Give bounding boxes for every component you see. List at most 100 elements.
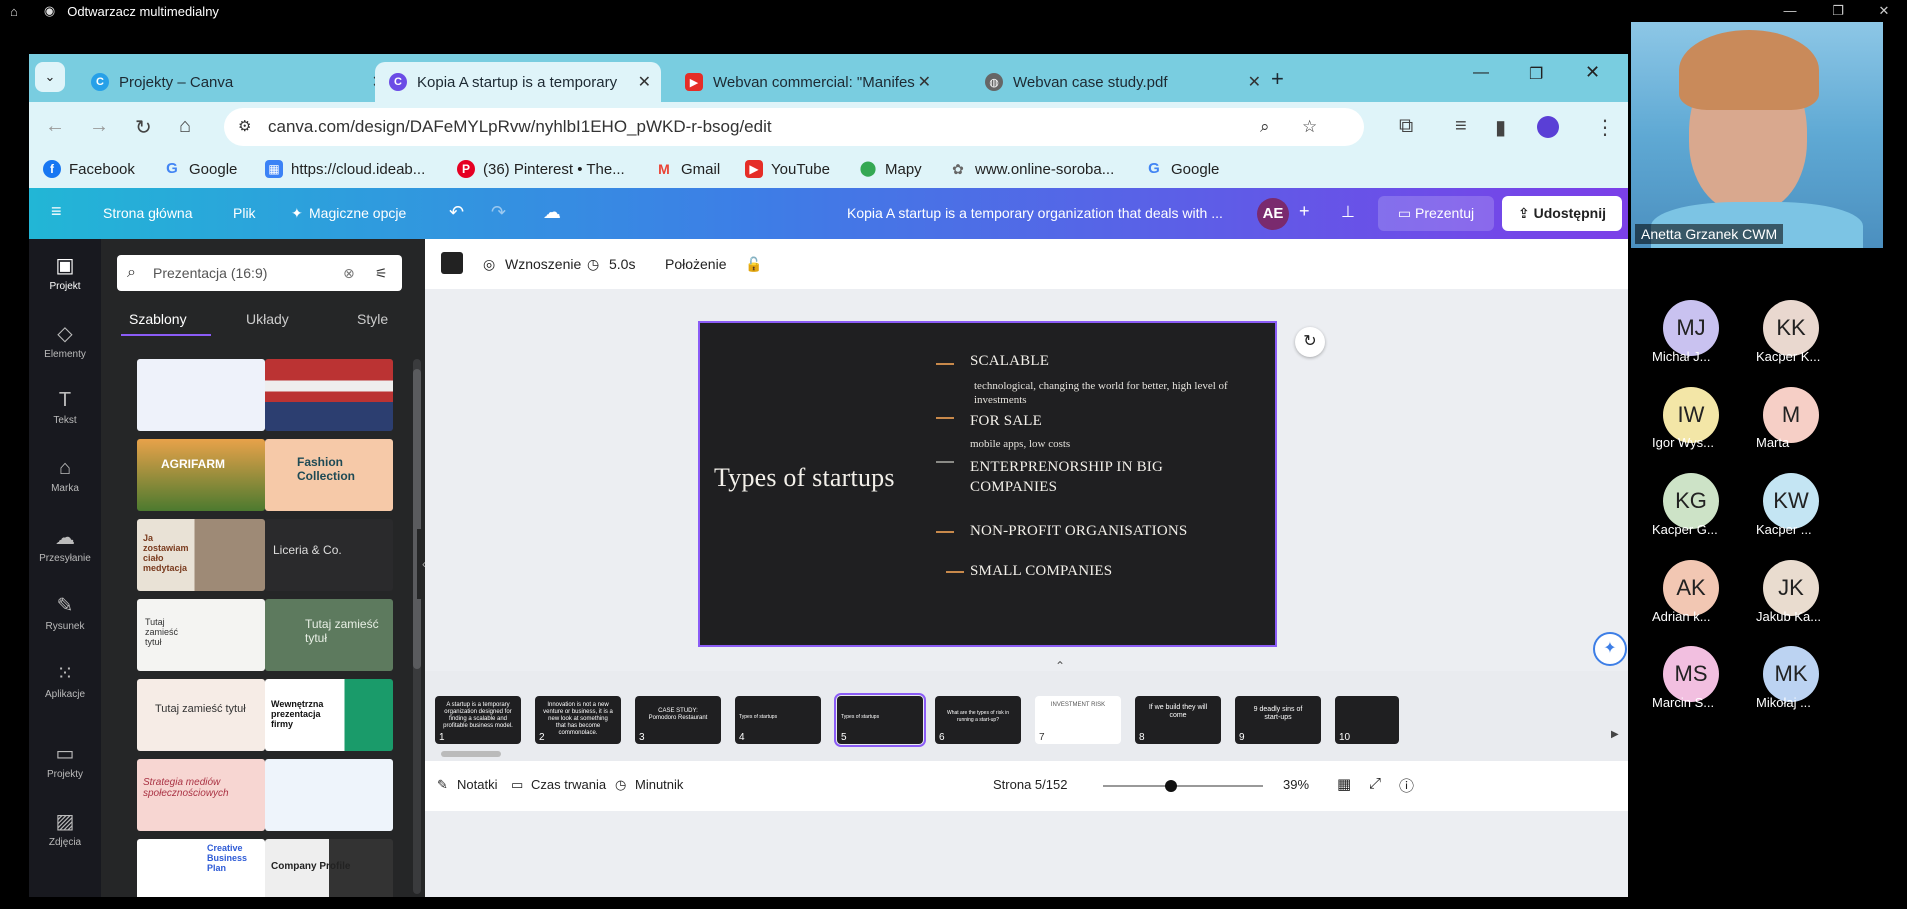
- filter-icon[interactable]: ⚟: [375, 255, 388, 291]
- lock-icon[interactable]: 🔓: [745, 256, 762, 273]
- participant-avatar[interactable]: KK: [1763, 300, 1819, 356]
- undo-icon[interactable]: ↶: [449, 202, 464, 223]
- slide-thumbnail[interactable]: What are the types of risk in running a …: [935, 696, 1021, 744]
- slide-item-sub[interactable]: mobile apps, low costs: [970, 437, 1070, 451]
- participant-avatar[interactable]: MK: [1763, 646, 1819, 702]
- template-thumb[interactable]: Ja zostawiam ciało medytacja: [137, 519, 265, 591]
- profile-icon[interactable]: [1537, 116, 1559, 138]
- template-thumb[interactable]: AGRIFARM: [137, 439, 265, 511]
- participant-avatar[interactable]: KG: [1663, 473, 1719, 529]
- back-icon[interactable]: ←: [45, 115, 65, 138]
- bookmark-google[interactable]: G Google: [163, 160, 237, 178]
- page-indicator[interactable]: Strona 5/152: [993, 777, 1067, 792]
- template-thumb[interactable]: Tutaj zamieść tytuł: [137, 679, 265, 751]
- slide-thumbnail[interactable]: Types of startups 4: [735, 696, 821, 744]
- template-thumb[interactable]: Wewnętrzna prezentacja firmy: [265, 679, 393, 751]
- add-collaborator-icon[interactable]: +: [1299, 201, 1310, 222]
- template-thumb[interactable]: Strategia mediów społecznościowych: [137, 759, 265, 831]
- forward-icon[interactable]: →: [89, 115, 109, 138]
- rail-projects[interactable]: ▭ Projekty: [29, 741, 101, 780]
- template-thumb[interactable]: Creative Business Plan: [137, 839, 265, 897]
- magic-assistant-icon[interactable]: ✦: [1593, 632, 1627, 666]
- home-icon[interactable]: ⌂: [10, 4, 18, 19]
- bookmark-facebook[interactable]: f Facebook: [43, 160, 135, 178]
- tab-search-button[interactable]: ⌄: [35, 62, 65, 92]
- tab-webvan-case-study[interactable]: ◍ Webvan case study.pdf ✕: [971, 62, 1271, 102]
- participant-avatar[interactable]: MS: [1663, 646, 1719, 702]
- slide-item-heading[interactable]: SCALABLE: [970, 353, 1049, 370]
- bookmark-youtube[interactable]: ▶ YouTube: [745, 160, 830, 178]
- slide-thumbnail[interactable]: 9 deadly sins of start-ups 9: [1235, 696, 1321, 744]
- media-control-icon[interactable]: ≡: [1455, 115, 1467, 138]
- participant-avatar[interactable]: JK: [1763, 560, 1819, 616]
- slide-canvas[interactable]: Types of startups SCALABLE technological…: [698, 321, 1277, 647]
- home-page-icon[interactable]: ⌂: [179, 115, 191, 138]
- slide-item-heading[interactable]: SMALL COMPANIES: [970, 563, 1112, 580]
- duration-button[interactable]: 5.0s: [609, 256, 635, 272]
- strip-scrollbar[interactable]: [441, 751, 501, 757]
- rail-design[interactable]: ▣ Projekt: [29, 253, 101, 292]
- tab-layouts[interactable]: Układy: [246, 311, 289, 327]
- zoom-slider-knob[interactable]: [1165, 780, 1177, 792]
- animation-button[interactable]: Wznoszenie: [505, 256, 581, 272]
- cloud-save-icon[interactable]: ☁: [543, 202, 561, 223]
- template-thumb[interactable]: [265, 359, 393, 431]
- minimize-browser-button[interactable]: —: [1473, 64, 1489, 82]
- menu-home[interactable]: Strona główna: [103, 205, 193, 221]
- canva-menu-icon[interactable]: ≡: [51, 201, 62, 222]
- bookmark-mapy[interactable]: ⬤ Mapy: [859, 160, 922, 178]
- bookmark-online-soroban[interactable]: ✿ www.online-soroba...: [949, 160, 1114, 178]
- rail-photos[interactable]: ▨ Zdjęcia: [29, 809, 101, 848]
- template-thumb[interactable]: Tutaj zamieść tytuł: [137, 599, 265, 671]
- template-thumb[interactable]: [137, 359, 265, 431]
- template-thumb[interactable]: Company Profile: [265, 839, 393, 897]
- zoom-icon[interactable]: ⌕: [1260, 108, 1270, 146]
- zoom-level[interactable]: 39%: [1283, 777, 1309, 792]
- close-browser-button[interactable]: ✕: [1585, 62, 1600, 83]
- close-tab-icon[interactable]: ✕: [918, 72, 931, 92]
- analytics-icon[interactable]: ⊥: [1341, 202, 1355, 222]
- rail-elements[interactable]: ◇ Elementy: [29, 321, 101, 360]
- side-panel-icon[interactable]: ▮: [1495, 115, 1506, 140]
- close-tab-icon[interactable]: ✕: [1248, 72, 1261, 92]
- bookmark-google-2[interactable]: G Google: [1145, 160, 1219, 178]
- maximize-window-button[interactable]: ❐: [1818, 0, 1858, 22]
- minimize-window-button[interactable]: —: [1770, 0, 1810, 22]
- bookmark-cloud-ideab[interactable]: ▦ https://cloud.ideab...: [265, 160, 425, 178]
- tab-projekty[interactable]: CProjekty – Canva✕: [77, 62, 395, 102]
- rail-brand[interactable]: ⌂ Marka: [29, 457, 101, 494]
- template-thumb[interactable]: Tutaj zamieść tytuł: [265, 599, 393, 671]
- rotate-handle-icon[interactable]: ↻: [1295, 327, 1325, 357]
- menu-magic-options[interactable]: Magiczne opcje: [309, 205, 406, 221]
- bookmark-star-icon[interactable]: ☆: [1302, 108, 1317, 146]
- slide-thumbnail[interactable]: 10: [1335, 696, 1399, 744]
- help-icon[interactable]: ⓘ: [1399, 775, 1414, 796]
- bookmark-gmail[interactable]: M Gmail: [655, 160, 720, 178]
- tab-styles[interactable]: Style: [357, 311, 388, 327]
- fullscreen-icon[interactable]: ⤢: [1369, 775, 1381, 792]
- close-window-button[interactable]: ✕: [1864, 0, 1904, 22]
- slide-thumbnail[interactable]: INVESTMENT RISK 7: [1035, 696, 1121, 744]
- template-thumb[interactable]: [265, 759, 393, 831]
- slide-thumbnail[interactable]: CASE STUDY: Pomodoro Restaurant 3: [635, 696, 721, 744]
- tab-canva-design[interactable]: C Kopia A startup is a temporary ✕: [375, 62, 661, 102]
- site-settings-icon[interactable]: ⚙: [238, 108, 251, 146]
- zoom-slider[interactable]: [1103, 780, 1263, 792]
- slide-item-heading[interactable]: ENTERPRENORSHIP IN BIG COMPANIES: [970, 457, 1210, 497]
- slide-thumbnail[interactable]: If we build they will come 8: [1135, 696, 1221, 744]
- participant-avatar[interactable]: AK: [1663, 560, 1719, 616]
- menu-file[interactable]: Plik: [233, 205, 256, 221]
- vertical-scrollbar[interactable]: [1613, 294, 1621, 644]
- slide-item-heading[interactable]: NON-PROFIT ORGANISATIONS: [970, 523, 1187, 540]
- clear-search-icon[interactable]: ⊗: [343, 255, 355, 291]
- reload-icon[interactable]: ↻: [135, 115, 152, 140]
- share-button[interactable]: ⇪ Udostępnij: [1502, 196, 1622, 231]
- position-button[interactable]: Położenie: [665, 256, 727, 272]
- participant-avatar[interactable]: MJ: [1663, 300, 1719, 356]
- rail-draw[interactable]: ✎ Rysunek: [29, 593, 101, 632]
- template-thumb[interactable]: Liceria & Co.: [265, 519, 393, 591]
- restore-browser-button[interactable]: ❐: [1529, 64, 1543, 84]
- notes-button[interactable]: Notatki: [457, 777, 497, 792]
- bookmark-pinterest[interactable]: P (36) Pinterest • The...: [457, 160, 625, 178]
- extensions-icon[interactable]: ⧉: [1399, 115, 1413, 138]
